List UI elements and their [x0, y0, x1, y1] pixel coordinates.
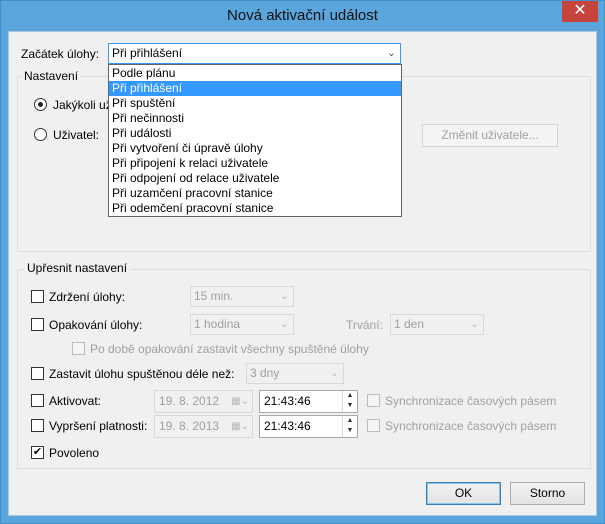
stop-longer-label: Zastavit úlohu spuštěnou déle než: [49, 367, 235, 381]
activate-label: Aktivovat: [49, 394, 102, 408]
enabled-label: Povoleno [49, 446, 100, 460]
stop-longer-checkbox[interactable] [31, 367, 44, 380]
spin-up-icon[interactable]: ▲ [343, 416, 357, 426]
delay-checkbox[interactable] [31, 290, 44, 303]
stop-repeat-checkbox[interactable] [72, 342, 85, 355]
expire-time-input[interactable]: 21:43:46 ▲ ▼ [259, 415, 358, 438]
settings-group-title: Nastavení [21, 69, 82, 83]
stop-longer-value: 3 dny [250, 366, 280, 380]
chevron-down-icon: ⌄ [387, 48, 396, 59]
any-user-radio[interactable] [34, 98, 47, 111]
chevron-down-icon: ⌄ [280, 291, 289, 302]
spin-up-icon[interactable]: ▲ [343, 391, 357, 401]
stop-repeat-label: Po době opakování zastavit všechny spušt… [90, 342, 369, 356]
start-task-dropdown-list: Podle plánu Při přihlášení Při spuštění … [108, 64, 402, 217]
activate-time-value: 21:43:46 [264, 394, 311, 408]
user-label: Uživatel: [53, 128, 100, 142]
start-task-select[interactable]: Při přihlášení ⌄ [108, 43, 401, 64]
spin-down-icon[interactable]: ▼ [343, 426, 357, 436]
expire-time-value: 21:43:46 [264, 419, 311, 433]
close-icon: ✕ [573, 2, 587, 19]
cancel-button[interactable]: Storno [510, 482, 585, 505]
activate-time-input[interactable]: 21:43:46 ▲ ▼ [259, 390, 358, 413]
dialog-window: Nová aktivační událost ✕ Začátek úlohy: … [0, 0, 605, 524]
chevron-down-icon: ⌄ [280, 319, 289, 330]
enabled-checkbox[interactable]: ✔ [31, 446, 44, 459]
calendar-icon: ▦⌄ [231, 396, 249, 407]
radio-selected-dot [38, 102, 43, 107]
repeat-value: 1 hodina [194, 317, 241, 331]
dropdown-option[interactable]: Při nečinnosti [109, 111, 401, 126]
repeat-checkbox[interactable] [31, 318, 44, 331]
activate-date-value: 19. 8. 2012 [159, 394, 220, 408]
time-spinner[interactable]: ▲ ▼ [342, 416, 357, 437]
dropdown-option[interactable]: Podle plánu [109, 66, 401, 81]
expire-sync-checkbox[interactable] [367, 419, 380, 432]
stop-longer-select[interactable]: 3 dny ⌄ [246, 363, 344, 384]
title-bar: Nová aktivační událost ✕ [1, 1, 604, 31]
window-title: Nová aktivační událost [227, 7, 378, 24]
advanced-settings-title: Upřesnit nastavení [24, 261, 131, 275]
duration-select[interactable]: 1 den ⌄ [390, 314, 484, 335]
duration-value: 1 den [394, 317, 425, 331]
expire-checkbox[interactable] [31, 419, 44, 432]
ok-button[interactable]: OK [426, 482, 501, 505]
expire-sync-label: Synchronizace časových pásem [385, 419, 557, 433]
delay-select[interactable]: 15 min. ⌄ [190, 286, 294, 307]
dropdown-option[interactable]: Při události [109, 126, 401, 141]
start-task-label: Začátek úlohy: [21, 47, 100, 61]
delay-label: Zdržení úlohy: [49, 290, 126, 304]
chevron-down-icon: ⌄ [470, 319, 479, 330]
checkmark-icon: ✔ [32, 446, 43, 458]
dropdown-option-selected[interactable]: Při přihlášení [109, 81, 401, 96]
chevron-down-icon: ⌄ [330, 368, 339, 379]
any-user-label: Jakýkoli už [53, 98, 112, 112]
dropdown-option[interactable]: Při připojení k relaci uživatele [109, 156, 401, 171]
expire-date-value: 19. 8. 2013 [159, 419, 220, 433]
repeat-select[interactable]: 1 hodina ⌄ [190, 314, 294, 335]
start-task-selected: Při přihlášení [112, 46, 183, 60]
close-button[interactable]: ✕ [562, 1, 598, 22]
expire-date-picker[interactable]: 19. 8. 2013 ▦⌄ [154, 415, 253, 438]
dropdown-option[interactable]: Při spuštění [109, 96, 401, 111]
expire-label: Vypršení platnosti: [49, 419, 148, 433]
user-radio[interactable] [34, 128, 47, 141]
activate-checkbox[interactable] [31, 394, 44, 407]
dropdown-option[interactable]: Při odpojení od relace uživatele [109, 171, 401, 186]
dropdown-option[interactable]: Při uzamčení pracovní stanice [109, 186, 401, 201]
change-user-button[interactable]: Změnit uživatele... [422, 124, 558, 147]
spin-down-icon[interactable]: ▼ [343, 401, 357, 411]
activate-sync-checkbox[interactable] [367, 394, 380, 407]
duration-label: Trvání: [346, 318, 383, 332]
repeat-label: Opakování úlohy: [49, 318, 143, 332]
calendar-icon: ▦⌄ [231, 421, 249, 432]
delay-value: 15 min. [194, 289, 234, 303]
dropdown-option[interactable]: Při vytvoření či úpravě úlohy [109, 141, 401, 156]
time-spinner[interactable]: ▲ ▼ [342, 391, 357, 412]
activate-date-picker[interactable]: 19. 8. 2012 ▦⌄ [154, 390, 253, 413]
activate-sync-label: Synchronizace časových pásem [385, 394, 557, 408]
dropdown-option[interactable]: Při odemčení pracovní stanice [109, 201, 401, 216]
